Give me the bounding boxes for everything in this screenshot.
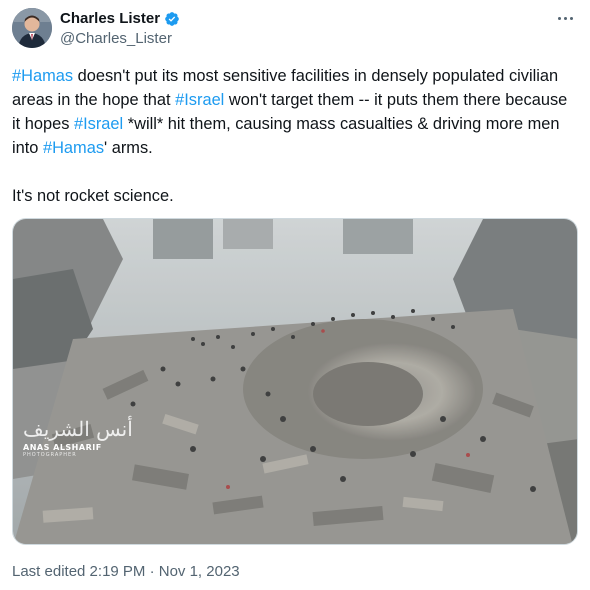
edited-timestamp[interactable]: Last edited 2:19 PM · Nov 1, 2023 xyxy=(12,563,240,580)
tweet-paragraph-1: #Hamas doesn't put its most sensitive fa… xyxy=(12,64,578,160)
author-row: Charles Lister xyxy=(60,10,180,27)
more-options-icon[interactable] xyxy=(554,10,576,26)
hashtag-link[interactable]: #Hamas xyxy=(12,67,73,85)
author-name[interactable]: Charles Lister xyxy=(60,10,160,27)
rubble-scene-image xyxy=(13,219,577,544)
verified-badge-icon xyxy=(164,11,180,27)
hashtag-link[interactable]: #Israel xyxy=(74,115,123,133)
author-handle[interactable]: @Charles_Lister xyxy=(60,30,172,47)
tweet-text-segment: ' arms. xyxy=(104,139,153,157)
hashtag-link[interactable]: #Hamas xyxy=(43,139,104,157)
hashtag-link[interactable]: #Israel xyxy=(175,91,224,109)
tweet-card: Charles Lister @Charles_Lister #Hamas do… xyxy=(0,0,590,590)
tweet-photo[interactable]: أنس الشريف ANAS ALSHARIF PHOTOGRAPHER xyxy=(12,218,578,545)
avatar[interactable] xyxy=(12,8,52,48)
tweet-paragraph-2: It's not rocket science. xyxy=(12,187,174,205)
tweet-text: #Hamas doesn't put its most sensitive fa… xyxy=(12,64,578,208)
photographer-watermark: أنس الشريف ANAS ALSHARIF PHOTOGRAPHER xyxy=(23,417,133,458)
